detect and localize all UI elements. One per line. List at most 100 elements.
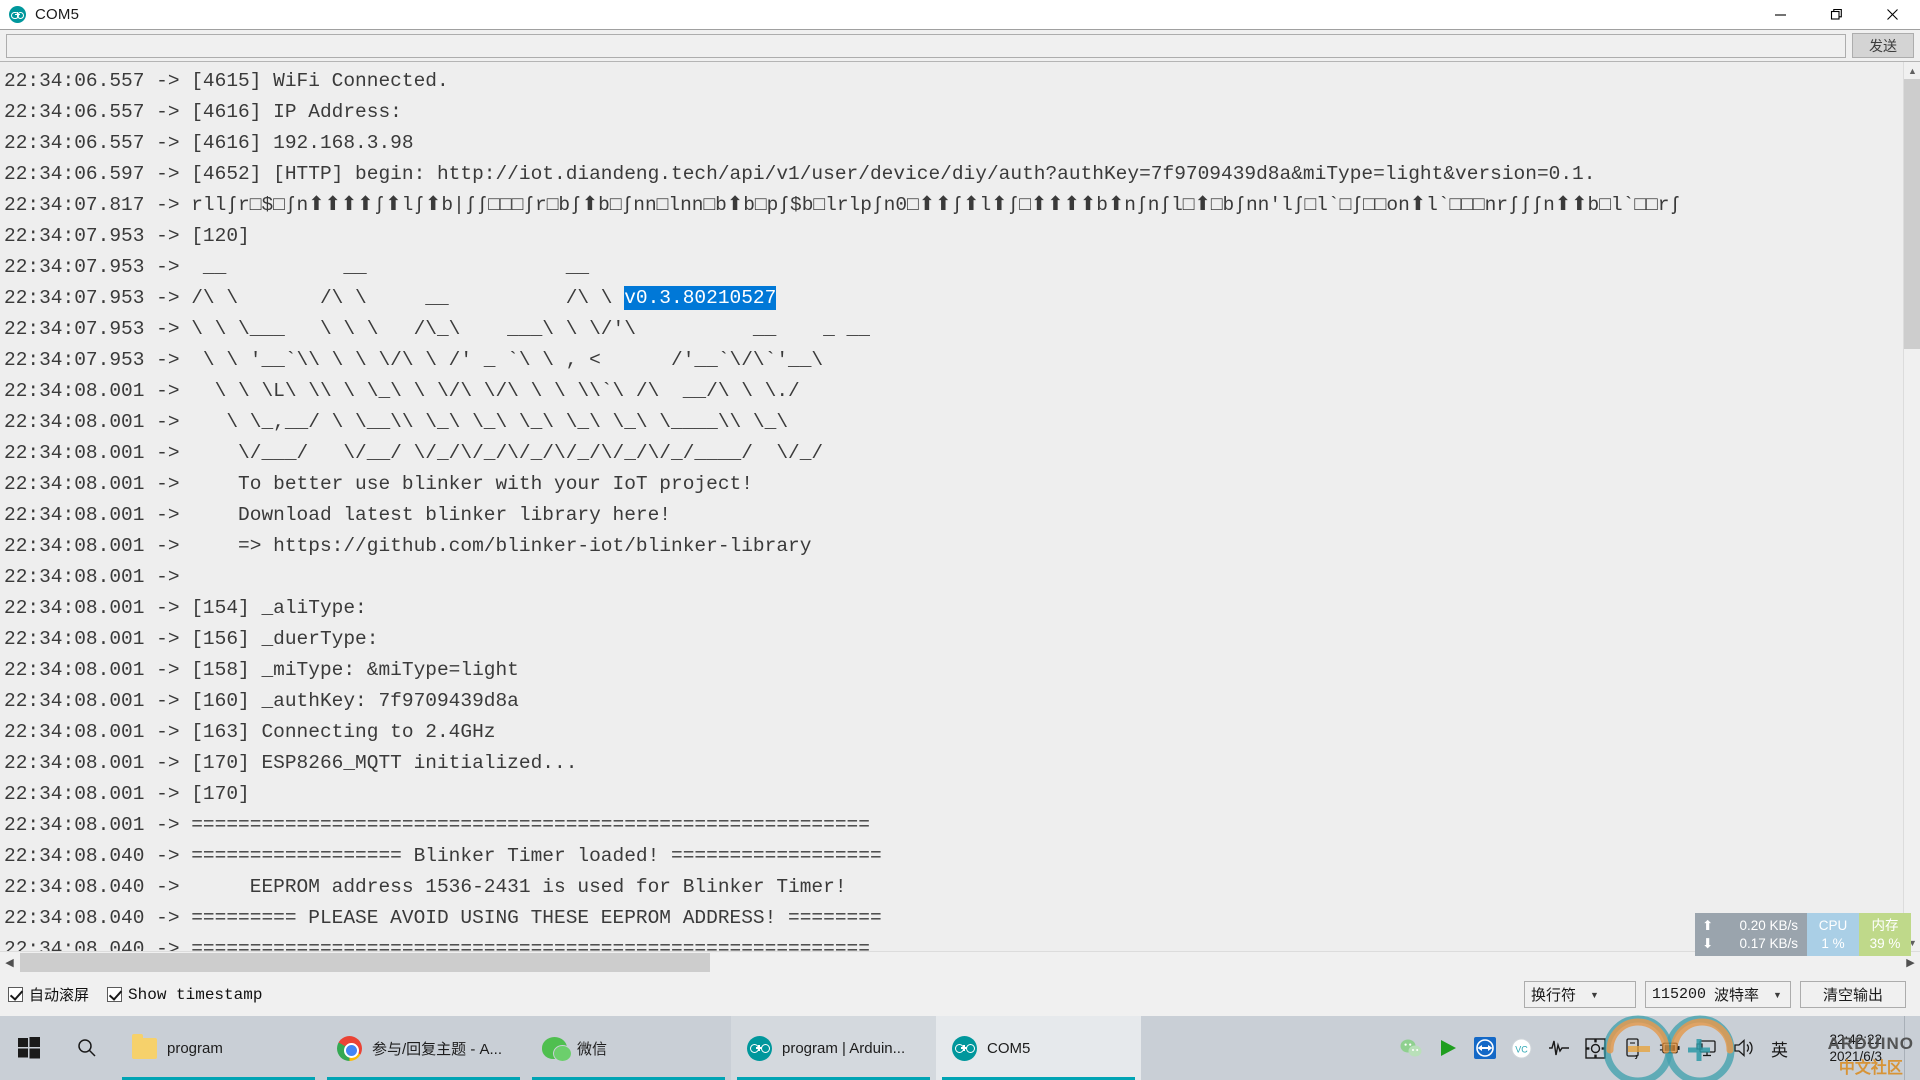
console-line: 22:34:07.953 -> __ __ __ bbox=[4, 256, 590, 278]
autoscroll-checkbox-box[interactable] bbox=[8, 987, 23, 1002]
netmon-memory-segment: 内存 39 % bbox=[1859, 913, 1911, 956]
vertical-scroll-thumb[interactable] bbox=[1904, 79, 1920, 349]
scroll-up-icon[interactable]: ▲ bbox=[1904, 62, 1920, 79]
console-line: 22:34:07.953 -> /\ \ /\ \ __ /\ \ v0.3.8… bbox=[4, 286, 777, 310]
send-bar: 发送 bbox=[0, 29, 1920, 61]
chevron-down-icon: ▼ bbox=[1590, 989, 1599, 1000]
netmon-cpu-segment: CPU 1 % bbox=[1807, 913, 1859, 956]
console-line: 22:34:08.001 -> [163] Connecting to 2.4G… bbox=[4, 721, 496, 743]
taskbar-task-chrome[interactable]: 参与/回复主题 - A... bbox=[321, 1016, 526, 1080]
teamviewer-icon[interactable] bbox=[1473, 1037, 1496, 1060]
waveform-icon[interactable] bbox=[1547, 1037, 1570, 1060]
console-line: 22:34:08.040 -> EEPROM address 1536-2431… bbox=[4, 876, 847, 898]
wechat-icon bbox=[542, 1037, 572, 1062]
show-timestamp-checkbox[interactable]: Show timestamp bbox=[107, 986, 262, 1004]
console-line: 22:34:07.953 -> \ \ \___ \ \ \ /\_\ ___\… bbox=[4, 318, 870, 340]
arduino-icon bbox=[747, 1035, 772, 1061]
autoscroll-label: 自动滚屏 bbox=[29, 987, 90, 1004]
console-line-spacer bbox=[613, 287, 625, 309]
console-line: 22:34:08.001 -> \ \_,__/ \ \__\\ \_\ \_\… bbox=[4, 411, 789, 433]
clear-output-button[interactable]: 清空输出 bbox=[1800, 981, 1906, 1008]
wechat-tray-icon[interactable] bbox=[1399, 1037, 1422, 1060]
console-line: 22:34:08.001 -> => https://github.com/bl… bbox=[4, 535, 812, 557]
serial-output[interactable]: 22:34:06.557 -> [4615] WiFi Connected. 22… bbox=[0, 62, 1903, 951]
autoscroll-checkbox[interactable]: 自动滚屏 bbox=[8, 984, 89, 1005]
close-icon[interactable] bbox=[1864, 0, 1920, 29]
netmon-upload-value: 0.20 KB/s bbox=[1739, 918, 1798, 933]
taskbar-task-label: program | Arduin... bbox=[782, 1039, 906, 1057]
scroll-left-icon[interactable]: ◀ bbox=[0, 952, 19, 973]
console-horizontal-scrollbar[interactable]: ◀ ▶ bbox=[0, 951, 1920, 973]
settings-grid-icon[interactable] bbox=[1584, 1037, 1607, 1060]
taskbar-task-label: COM5 bbox=[987, 1039, 1031, 1057]
search-icon bbox=[78, 1039, 96, 1057]
network-monitor-icon[interactable] bbox=[1695, 1037, 1718, 1060]
console-line: 22:34:07.817 -> rllʃr□$□ʃn⬆⬆⬆⬆ʃ⬆lʃ⬆b|ʃʃ□… bbox=[4, 194, 1682, 216]
baudrate-select[interactable]: 115200 波特率 ▼ bbox=[1645, 981, 1791, 1008]
show-timestamp-label: Show timestamp bbox=[128, 985, 263, 1004]
screen: COM5 发送 22:34:06.557 -> [4615] WiFi Conn… bbox=[0, 0, 1920, 1080]
search-button[interactable] bbox=[58, 1016, 116, 1080]
netmon-download-value: 0.17 KB/s bbox=[1739, 936, 1798, 951]
taskbar-task-arduino-ide[interactable]: program | Arduin... bbox=[731, 1016, 936, 1080]
baudrate-value: 115200 bbox=[1652, 986, 1707, 1003]
battery-plug-icon[interactable] bbox=[1658, 1037, 1681, 1060]
ime-indicator[interactable]: 英 bbox=[1769, 1036, 1790, 1061]
taskbar-task-label: 微信 bbox=[577, 1040, 608, 1058]
windows-start-icon bbox=[18, 1037, 40, 1059]
console-vertical-scrollbar[interactable]: ▲ ▼ bbox=[1903, 62, 1920, 951]
horizontal-scroll-thumb[interactable] bbox=[20, 953, 710, 972]
taskbar-task-program-folder[interactable]: program bbox=[116, 1016, 321, 1080]
options-right-group: 换行符 ▼ 115200 波特率 ▼ 清空输出 bbox=[1524, 981, 1912, 1008]
send-button[interactable]: 发送 bbox=[1852, 33, 1914, 58]
show-timestamp-checkbox-box[interactable] bbox=[107, 987, 123, 1002]
arrow-up-icon: ⬆ bbox=[1702, 917, 1714, 933]
console-line: 22:34:08.001 -> [160] _authKey: 7f970943… bbox=[4, 690, 519, 712]
console-line: 22:34:07.953 -> [120] bbox=[4, 225, 250, 247]
vc-icon[interactable]: VC bbox=[1510, 1037, 1533, 1060]
newline-select[interactable]: 换行符 ▼ bbox=[1524, 981, 1636, 1008]
netmon-speed-segment: ⬆ 0.20 KB/s ⬇ 0.17 KB/s bbox=[1695, 913, 1807, 956]
netmon-memory-label: 内存 bbox=[1871, 917, 1899, 933]
console-line: 22:34:06.597 -> [4652] [HTTP] begin: htt… bbox=[4, 163, 1596, 185]
selected-version-text: v0.3.80210527 bbox=[624, 286, 777, 310]
taskbar-task-wechat[interactable]: 微信 bbox=[526, 1016, 731, 1080]
netmon-upload-row: ⬆ 0.20 KB/s bbox=[1702, 917, 1798, 935]
taskbar-clock[interactable]: 22:42:22 2021/6/3 bbox=[1804, 1031, 1890, 1065]
volume-icon[interactable] bbox=[1732, 1037, 1755, 1060]
arduino-icon bbox=[952, 1035, 977, 1061]
restore-icon[interactable] bbox=[1808, 0, 1864, 29]
taskbar-task-com5[interactable]: COM5 bbox=[936, 1016, 1141, 1080]
options-bar: 自动滚屏 Show timestamp 换行符 ▼ 115200 波特率 ▼ 清… bbox=[0, 973, 1920, 1016]
console-line: 22:34:06.557 -> [4616] 192.168.3.98 bbox=[4, 132, 414, 154]
console-line: 22:34:08.001 -> bbox=[4, 566, 180, 588]
console-line: 22:34:08.001 -> \ \ \L\ \\ \ \_\ \ \/\ \… bbox=[4, 380, 800, 402]
minimize-icon[interactable] bbox=[1752, 0, 1808, 29]
console-line: 22:34:08.001 -> [170] ESP8266_MQTT initi… bbox=[4, 752, 578, 774]
netmon-download-row: ⬇ 0.17 KB/s bbox=[1702, 935, 1798, 953]
netmon-cpu-label: CPU bbox=[1818, 917, 1848, 933]
system-tray: VC 英 22:42:22 2021/6/3 bbox=[1399, 1016, 1920, 1080]
netmon-cpu-value: 1 % bbox=[1821, 935, 1845, 951]
usb-drive-icon[interactable] bbox=[1621, 1037, 1644, 1060]
console-line: 22:34:08.001 -> \/___/ \/__/ \/_/\/_/\/_… bbox=[4, 442, 824, 464]
console-line: 22:34:08.001 -> [156] _duerType: bbox=[4, 628, 379, 650]
network-monitor-widget[interactable]: ⬆ 0.20 KB/s ⬇ 0.17 KB/s CPU 1 % 内存 39 % bbox=[1695, 913, 1911, 956]
taskbar-task-label: 参与/回复主题 - A... bbox=[372, 1040, 503, 1058]
titlebar-left: COM5 bbox=[0, 6, 79, 23]
baudrate-unit: 波特率 bbox=[1714, 987, 1760, 1004]
send-input[interactable] bbox=[6, 33, 1846, 58]
play-green-icon[interactable] bbox=[1436, 1037, 1459, 1060]
console-line: 22:34:08.001 -> [170] bbox=[4, 783, 250, 805]
console-line: 22:34:08.040 -> ========= PLEASE AVOID U… bbox=[4, 907, 882, 929]
arrow-down-icon: ⬇ bbox=[1702, 935, 1714, 951]
window-titlebar: COM5 bbox=[0, 0, 1920, 29]
show-desktop-button[interactable] bbox=[1904, 1016, 1912, 1080]
console-line: 22:34:08.001 -> ========================… bbox=[4, 814, 870, 836]
taskbar-task-label: program bbox=[167, 1039, 223, 1057]
console-line: 22:34:07.953 -> \ \ '__`\\ \ \ \/\ \ /' … bbox=[4, 349, 824, 371]
start-button[interactable] bbox=[0, 1016, 58, 1080]
netmon-memory-value: 39 % bbox=[1869, 935, 1901, 951]
console-line: 22:34:08.001 -> [158] _miType: &miType=l… bbox=[4, 659, 519, 681]
svg-text:VC: VC bbox=[1515, 1044, 1528, 1054]
